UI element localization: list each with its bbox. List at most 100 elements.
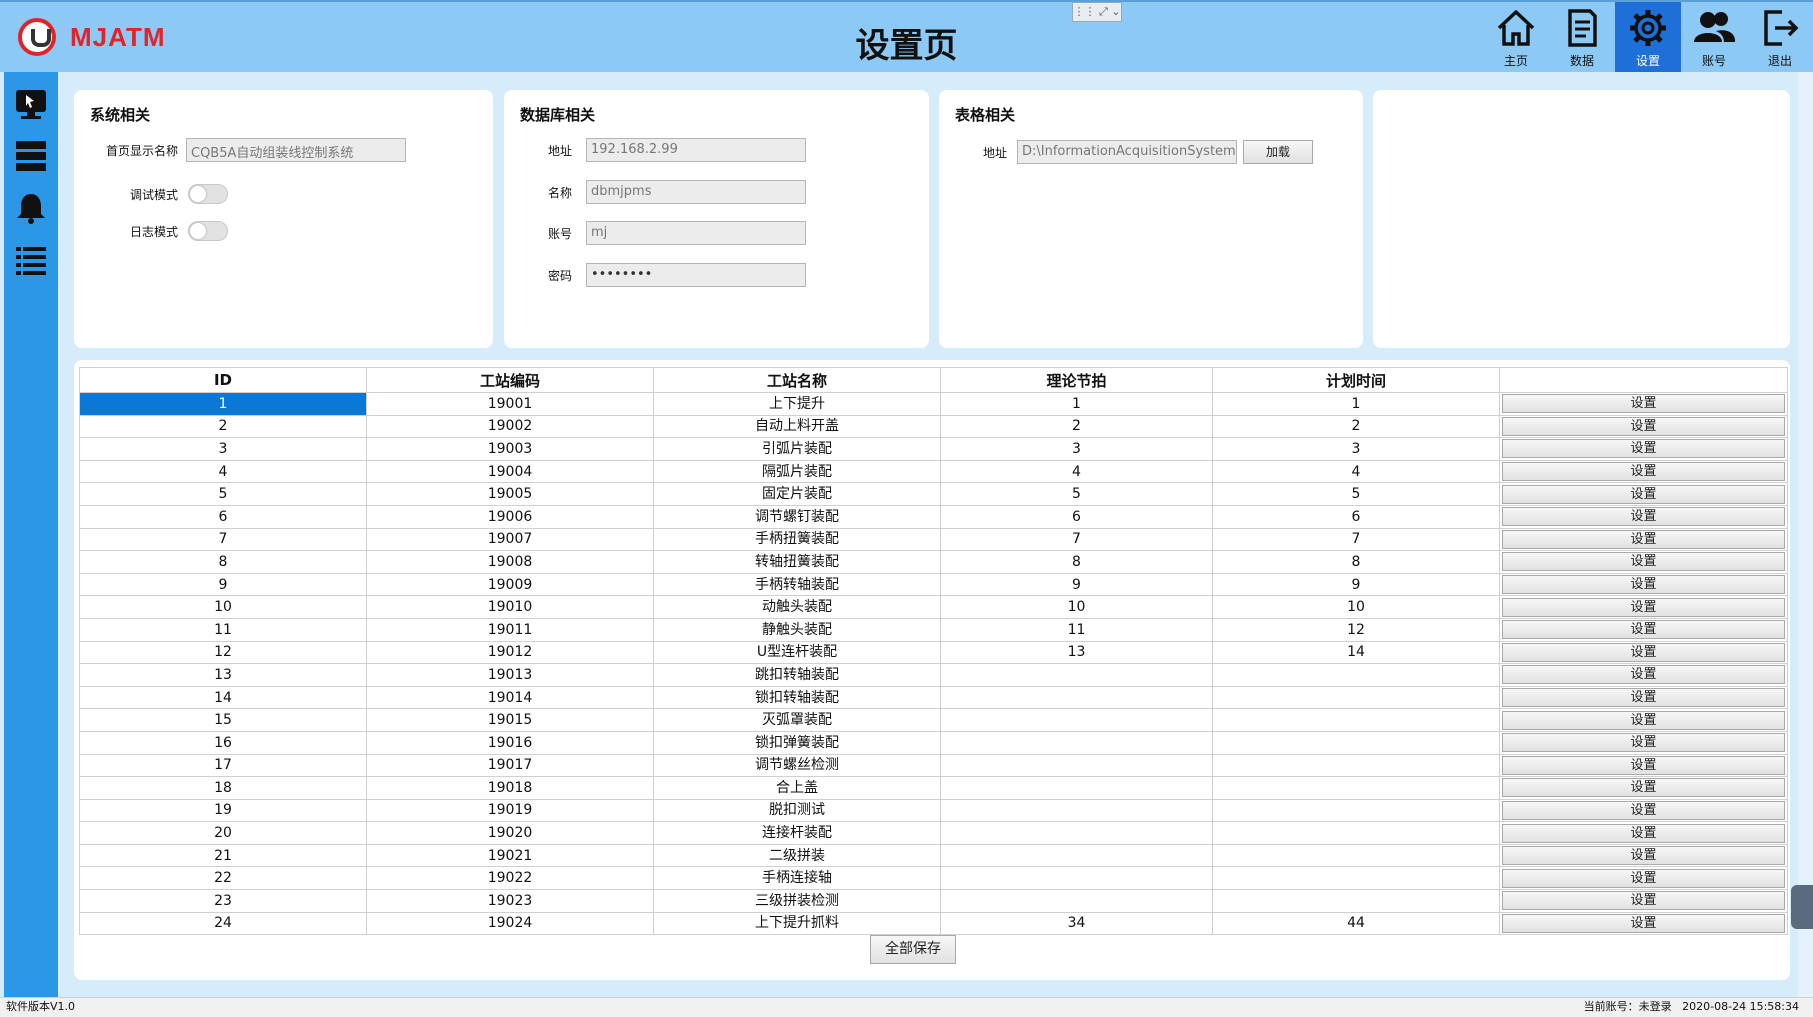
row-settings-button[interactable]: 设置 bbox=[1502, 575, 1785, 595]
row-settings-button[interactable]: 设置 bbox=[1502, 823, 1785, 843]
row-settings-button[interactable]: 设置 bbox=[1502, 642, 1785, 662]
cell-cycle[interactable]: 8 bbox=[940, 550, 1213, 574]
cell-cycle[interactable]: 2 bbox=[940, 414, 1213, 439]
nav-account[interactable]: 账号 bbox=[1681, 2, 1747, 72]
row-settings-button[interactable]: 设置 bbox=[1502, 394, 1785, 414]
cell-code[interactable]: 19003 bbox=[366, 437, 654, 461]
cell-cycle[interactable] bbox=[940, 753, 1213, 778]
cell-code[interactable]: 19016 bbox=[366, 730, 654, 755]
cell-id[interactable]: 18 bbox=[79, 776, 367, 800]
cell-cycle[interactable]: 4 bbox=[940, 459, 1213, 484]
table-row[interactable]: 20 19020 连接杆装配 设置 bbox=[79, 821, 1788, 845]
col-header-name[interactable]: 工站名称 bbox=[653, 367, 941, 393]
cell-code[interactable]: 19006 bbox=[366, 504, 654, 529]
cell-plan[interactable] bbox=[1212, 866, 1500, 891]
db-name-field[interactable]: dbmjpms bbox=[586, 180, 806, 204]
sidebar-item-server[interactable] bbox=[4, 130, 58, 182]
row-settings-button[interactable]: 设置 bbox=[1502, 891, 1785, 911]
cell-name[interactable]: 静触头装配 bbox=[653, 617, 941, 642]
cell-code[interactable]: 19002 bbox=[366, 414, 654, 439]
row-settings-button[interactable]: 设置 bbox=[1502, 484, 1785, 504]
cell-cycle[interactable]: 11 bbox=[940, 617, 1213, 642]
table-row[interactable]: 16 19016 锁扣弹簧装配 设置 bbox=[79, 730, 1788, 755]
cell-name[interactable]: 引弧片装配 bbox=[653, 437, 941, 461]
cell-name[interactable]: 三级拼装检测 bbox=[653, 889, 941, 913]
row-settings-button[interactable]: 设置 bbox=[1502, 800, 1785, 820]
cell-id[interactable]: 17 bbox=[79, 753, 367, 778]
row-settings-button[interactable]: 设置 bbox=[1502, 778, 1785, 798]
table-row[interactable]: 23 19023 三级拼装检测 设置 bbox=[79, 889, 1788, 913]
table-row[interactable]: 7 19007 手柄扭簧装配 7 7 设置 bbox=[79, 527, 1788, 552]
table-row[interactable]: 11 19011 静触头装配 11 12 设置 bbox=[79, 617, 1788, 642]
cell-cycle[interactable] bbox=[940, 708, 1213, 732]
cell-id[interactable]: 22 bbox=[79, 866, 367, 891]
cell-id[interactable]: 24 bbox=[79, 911, 367, 936]
cell-id[interactable]: 3 bbox=[79, 437, 367, 461]
cell-code[interactable]: 19004 bbox=[366, 459, 654, 484]
table-row[interactable]: 9 19009 手柄转轴装配 9 9 设置 bbox=[79, 572, 1788, 597]
sidebar-item-alarm[interactable] bbox=[4, 182, 58, 234]
cell-cycle[interactable] bbox=[940, 866, 1213, 891]
row-settings-button[interactable]: 设置 bbox=[1502, 665, 1785, 685]
cell-plan[interactable] bbox=[1212, 663, 1500, 687]
row-settings-button[interactable]: 设置 bbox=[1502, 846, 1785, 866]
cell-plan[interactable] bbox=[1212, 753, 1500, 778]
row-settings-button[interactable]: 设置 bbox=[1502, 688, 1785, 708]
cell-code[interactable]: 19014 bbox=[366, 685, 654, 710]
row-settings-button[interactable]: 设置 bbox=[1502, 620, 1785, 640]
cell-name[interactable]: 调节螺钉装配 bbox=[653, 504, 941, 529]
cell-id[interactable]: 9 bbox=[79, 572, 367, 597]
cell-cycle[interactable] bbox=[940, 776, 1213, 800]
cell-name[interactable]: 手柄扭簧装配 bbox=[653, 527, 941, 552]
table-row[interactable]: 14 19014 锁扣转轴装配 设置 bbox=[79, 685, 1788, 710]
cell-id[interactable]: 23 bbox=[79, 889, 367, 913]
debug-mode-toggle[interactable] bbox=[188, 184, 228, 204]
cell-cycle[interactable] bbox=[940, 889, 1213, 913]
cell-code[interactable]: 19010 bbox=[366, 595, 654, 619]
cell-plan[interactable]: 3 bbox=[1212, 437, 1500, 461]
cell-id[interactable]: 13 bbox=[79, 663, 367, 687]
cell-code[interactable]: 19017 bbox=[366, 753, 654, 778]
cell-name[interactable]: 动触头装配 bbox=[653, 595, 941, 619]
cell-name[interactable]: 上下提升 bbox=[653, 392, 941, 416]
db-password-field[interactable]: •••••••• bbox=[586, 263, 806, 287]
cell-code[interactable]: 19022 bbox=[366, 866, 654, 891]
cell-name[interactable]: 转轴扭簧装配 bbox=[653, 550, 941, 574]
cell-code[interactable]: 19023 bbox=[366, 889, 654, 913]
cell-cycle[interactable] bbox=[940, 685, 1213, 710]
cell-code[interactable]: 19001 bbox=[366, 392, 654, 416]
col-header-cycle[interactable]: 理论节拍 bbox=[940, 367, 1213, 393]
cell-cycle[interactable]: 10 bbox=[940, 595, 1213, 619]
nav-exit[interactable]: 退出 bbox=[1747, 2, 1813, 72]
cell-name[interactable]: 锁扣弹簧装配 bbox=[653, 730, 941, 755]
table-row[interactable]: 1 19001 上下提升 1 1 设置 bbox=[79, 392, 1788, 416]
cell-code[interactable]: 19007 bbox=[366, 527, 654, 552]
cell-plan[interactable] bbox=[1212, 821, 1500, 845]
db-address-field[interactable]: 192.168.2.99 bbox=[586, 138, 806, 162]
row-settings-button[interactable]: 设置 bbox=[1502, 416, 1785, 436]
table-row[interactable]: 10 19010 动触头装配 10 10 设置 bbox=[79, 595, 1788, 619]
cell-code[interactable]: 19015 bbox=[366, 708, 654, 732]
table-row[interactable]: 5 19005 固定片装配 5 5 设置 bbox=[79, 482, 1788, 506]
cell-id[interactable]: 14 bbox=[79, 685, 367, 710]
cell-plan[interactable]: 10 bbox=[1212, 595, 1500, 619]
nav-data[interactable]: 数据 bbox=[1549, 2, 1615, 72]
cell-cycle[interactable]: 6 bbox=[940, 504, 1213, 529]
cell-code[interactable]: 19005 bbox=[366, 482, 654, 506]
sidebar-item-list[interactable] bbox=[4, 234, 58, 286]
cell-name[interactable]: 手柄转轴装配 bbox=[653, 572, 941, 597]
table-row[interactable]: 3 19003 引弧片装配 3 3 设置 bbox=[79, 437, 1788, 461]
row-settings-button[interactable]: 设置 bbox=[1502, 913, 1785, 933]
cell-name[interactable]: 固定片装配 bbox=[653, 482, 941, 506]
cell-code[interactable]: 19013 bbox=[366, 663, 654, 687]
db-account-field[interactable]: mj bbox=[586, 221, 806, 245]
cell-name[interactable]: 隔弧片装配 bbox=[653, 459, 941, 484]
col-header-plan[interactable]: 计划时间 bbox=[1212, 367, 1500, 393]
cell-name[interactable]: 脱扣测试 bbox=[653, 798, 941, 823]
table-row[interactable]: 17 19017 调节螺丝检测 设置 bbox=[79, 753, 1788, 778]
table-row[interactable]: 15 19015 灭弧罩装配 设置 bbox=[79, 708, 1788, 732]
cell-cycle[interactable]: 3 bbox=[940, 437, 1213, 461]
sheet-address-field[interactable]: D:\InformationAcquisitionSystem\ bbox=[1017, 140, 1237, 164]
cell-id[interactable]: 19 bbox=[79, 798, 367, 823]
row-settings-button[interactable]: 设置 bbox=[1502, 439, 1785, 459]
